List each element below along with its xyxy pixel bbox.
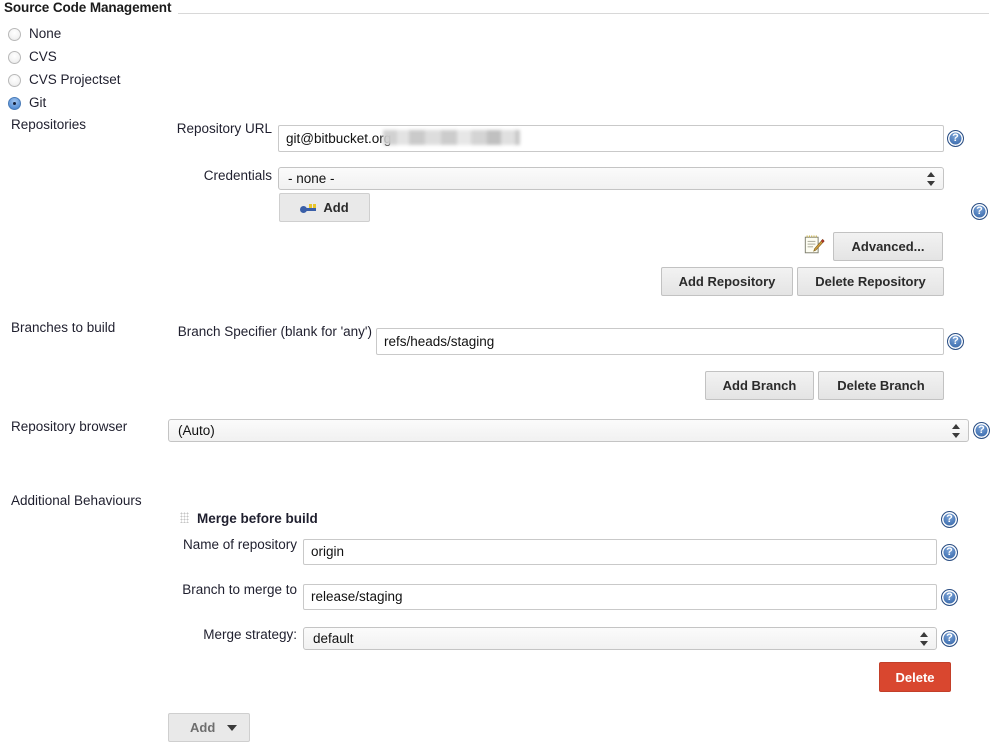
advanced-button[interactable]: Advanced... (833, 232, 943, 261)
add-credentials-label: Add (323, 200, 349, 215)
scm-config-page: Source Code Management None CVS CVS Proj… (0, 0, 993, 745)
radio-cvs-projectset[interactable] (8, 74, 21, 87)
delete-repository-label: Delete Repository (815, 274, 926, 289)
repository-url-input[interactable]: git@bitbucket.org (278, 125, 944, 152)
scm-option-none-label: None (29, 26, 62, 41)
scm-option-cvs-label: CVS (29, 49, 57, 64)
delete-behaviour-button[interactable]: Delete (879, 662, 951, 692)
scm-option-git-label: Git (29, 95, 47, 110)
add-repository-button[interactable]: Add Repository (661, 267, 793, 296)
behaviour-title: Merge before build (197, 511, 318, 526)
notepad-pencil-icon (804, 235, 825, 254)
delete-repository-button[interactable]: Delete Repository (797, 267, 944, 296)
merge-strategy-selected-value: default (313, 631, 354, 646)
help-icon-branch-specifier[interactable] (947, 333, 964, 350)
help-icon-repository-browser[interactable] (973, 422, 990, 439)
drag-handle-icon[interactable] (180, 512, 189, 523)
credentials-selected-value: - none - (288, 171, 335, 186)
radio-git[interactable] (8, 97, 21, 110)
radio-none[interactable] (8, 28, 21, 41)
help-icon-merge-before-build[interactable] (941, 511, 958, 528)
branch-to-merge-to-label: Branch to merge to (182, 582, 297, 597)
credentials-select[interactable]: - none - (278, 167, 944, 190)
delete-behaviour-label: Delete (895, 669, 935, 685)
chevron-updown-icon-repository-browser (952, 423, 961, 439)
branch-to-merge-to-input[interactable]: release/staging (303, 584, 937, 610)
radio-cvs[interactable] (8, 51, 21, 64)
redacted-url-portion (383, 130, 520, 145)
branch-specifier-label: Branch Specifier (blank for 'any') (177, 324, 372, 339)
delete-branch-label: Delete Branch (837, 378, 925, 393)
help-icon-merge-strategy[interactable] (941, 630, 958, 647)
chevron-down-icon-add-behaviour (227, 724, 237, 731)
repository-browser-label: Repository browser (11, 419, 128, 434)
branch-specifier-input[interactable]: refs/heads/staging (376, 328, 944, 355)
name-of-repository-label: Name of repository (182, 537, 297, 552)
delete-branch-button[interactable]: Delete Branch (818, 371, 944, 400)
page-title: Source Code Management (4, 0, 172, 15)
credentials-label: Credentials (203, 168, 272, 183)
help-icon-repository-url[interactable] (947, 130, 964, 147)
repository-url-label: Repository URL (176, 121, 272, 136)
merge-strategy-select[interactable]: default (303, 627, 937, 650)
add-behaviour-button[interactable]: Add (168, 713, 250, 742)
add-behaviour-label: Add (190, 720, 216, 735)
additional-behaviours-group-label: Additional Behaviours (11, 493, 142, 508)
help-icon-branch-to-merge-to[interactable] (941, 589, 958, 606)
advanced-label: Advanced... (851, 239, 925, 254)
scm-option-cvs-projectset-label: CVS Projectset (29, 72, 121, 87)
key-icon (300, 202, 317, 214)
add-credentials-button[interactable]: Add (279, 193, 370, 222)
add-branch-label: Add Branch (722, 378, 797, 393)
name-of-repository-input[interactable]: origin (303, 539, 937, 565)
add-repository-label: Add Repository (678, 274, 776, 289)
chevron-updown-icon-credentials (927, 171, 936, 187)
header-divider (178, 13, 989, 14)
repository-browser-selected-value: (Auto) (178, 423, 215, 438)
chevron-updown-icon-merge-strategy (920, 631, 929, 647)
section-header: Source Code Management (0, 0, 993, 20)
merge-strategy-label: Merge strategy: (203, 627, 297, 642)
repository-browser-select[interactable]: (Auto) (168, 419, 969, 442)
help-icon-credentials[interactable] (971, 203, 988, 220)
add-branch-button[interactable]: Add Branch (705, 371, 814, 400)
help-icon-name-of-repository[interactable] (941, 544, 958, 561)
repositories-group-label: Repositories (11, 117, 87, 132)
